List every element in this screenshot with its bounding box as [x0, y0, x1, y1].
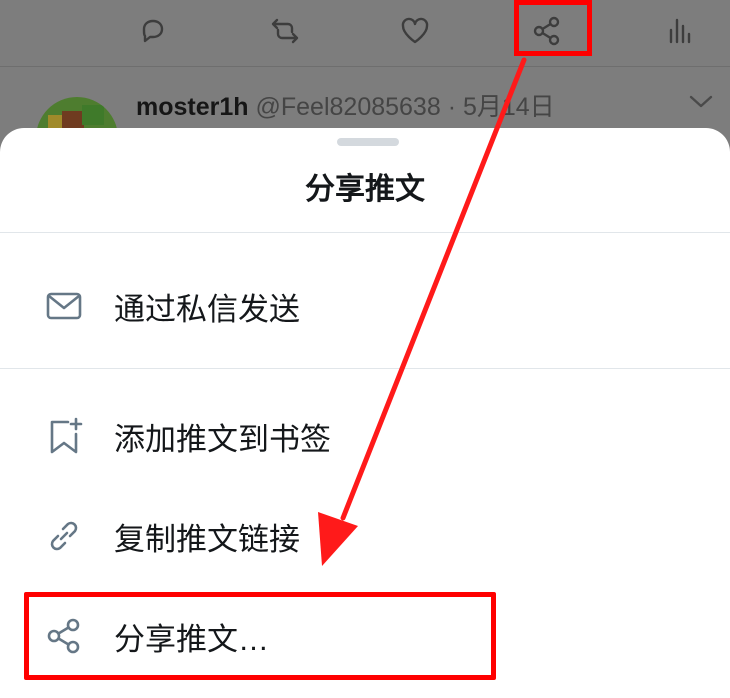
menu-item-label: 通过私信发送: [114, 292, 300, 327]
tweet-author: moster1h @Feel82085638 · 5月14日: [136, 87, 555, 123]
like-icon[interactable]: [398, 14, 432, 48]
sheet-grabber-handle[interactable]: [337, 138, 399, 146]
divider: [0, 368, 730, 369]
tweet-action-bar: [0, 0, 730, 66]
menu-item-add-bookmark[interactable]: 添加推文到书签: [0, 384, 730, 484]
chevron-down-icon[interactable]: [686, 91, 716, 111]
link-icon: [44, 516, 84, 556]
annotation-highlight-share-item: [24, 592, 496, 680]
retweet-icon[interactable]: [268, 14, 302, 48]
menu-item-label: 添加推文到书签: [114, 422, 331, 457]
tweet-handle-date: @Feel82085638 · 5月14日: [255, 93, 555, 121]
annotation-highlight-share-button: [514, 0, 592, 56]
menu-item-send-dm[interactable]: 通过私信发送: [0, 254, 730, 354]
sheet-title: 分享推文: [305, 173, 425, 206]
analytics-icon[interactable]: [662, 14, 696, 48]
bookmark-add-icon: [44, 416, 84, 456]
divider: [0, 232, 730, 233]
tweet-username: moster1h: [136, 93, 249, 121]
mail-icon: [44, 286, 84, 326]
menu-item-label: 复制推文链接: [114, 522, 300, 557]
reply-icon[interactable]: [136, 14, 170, 48]
menu-item-copy-link[interactable]: 复制推文链接: [0, 484, 730, 584]
